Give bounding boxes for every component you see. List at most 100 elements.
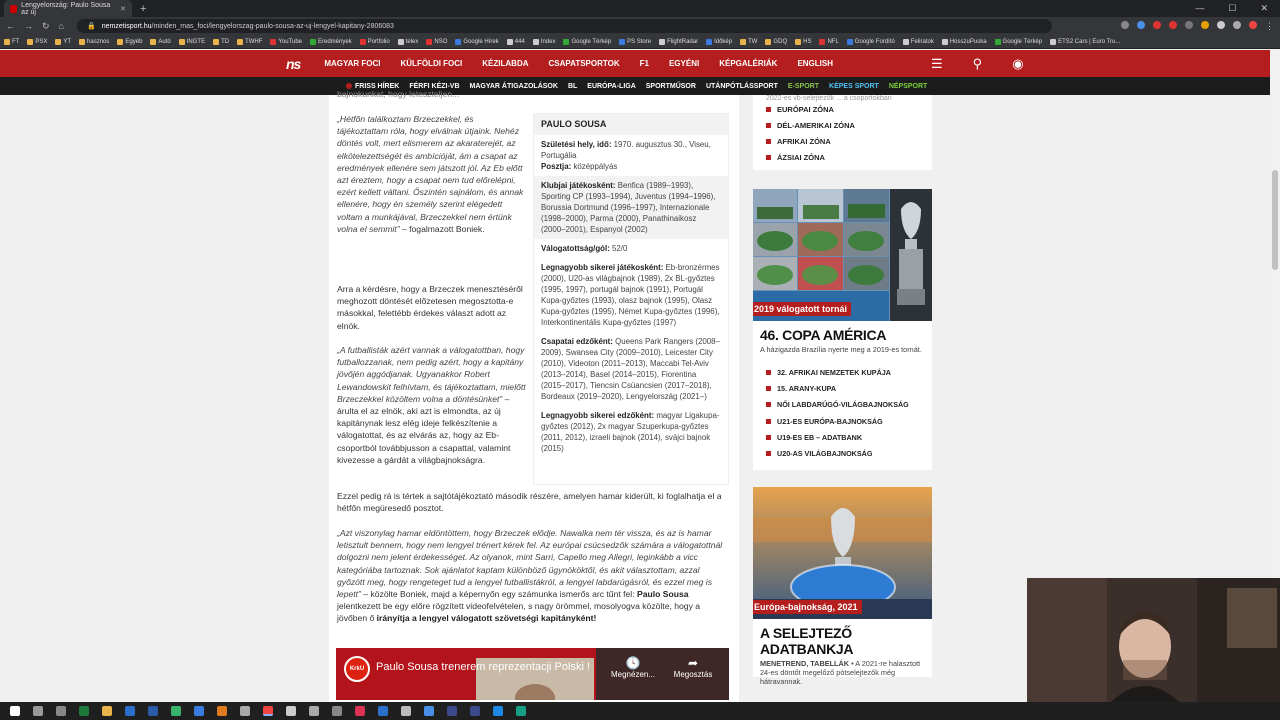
zone-link[interactable]: ÁZSIAI ZÓNA [766, 153, 825, 162]
euro-2020-image[interactable]: Európa-bajnokság, 2021 [753, 487, 932, 619]
bookmark[interactable]: Google Térkép [994, 38, 1042, 45]
tournament-link[interactable]: U19-ES EB – ADATBANK [766, 433, 862, 442]
site-logo[interactable]: ns [286, 56, 301, 72]
app-icon[interactable] [424, 706, 434, 716]
bookmark[interactable]: TWHF [237, 38, 262, 45]
bookmark[interactable]: Autó [150, 38, 171, 45]
bookmark[interactable]: Google Térkép [563, 38, 611, 45]
bookmark-star-icon[interactable] [1137, 20, 1145, 29]
task-view-icon[interactable] [56, 706, 66, 716]
nav-sub-item[interactable]: E-SPORT [788, 83, 819, 90]
share-button[interactable]: ➦ Megosztás [666, 656, 720, 679]
nav-item[interactable]: KÜLFÖLDI FOCI [401, 59, 463, 68]
nav-item[interactable]: ENGLISH [797, 59, 833, 68]
media-icon[interactable] [1233, 20, 1241, 29]
app-icon[interactable] [378, 706, 388, 716]
scrollbar-thumb[interactable] [1272, 170, 1278, 270]
app-icon[interactable] [309, 706, 319, 716]
profile-avatar[interactable] [1249, 20, 1257, 29]
embedded-video[interactable]: KrkU Paulo Sousa trenerem reprezentacji … [336, 648, 729, 700]
nav-item[interactable]: F1 [640, 59, 649, 68]
excel-icon[interactable] [79, 706, 89, 716]
tournament-link[interactable]: U20-AS VILÁGBAJNOKSÁG [766, 449, 872, 458]
bookmark[interactable]: ETS2 Cars | Euro Tru... [1050, 38, 1120, 45]
app-icon[interactable] [355, 706, 365, 716]
watch-later-button[interactable]: 🕓 Megnézen... [606, 656, 660, 679]
bookmark[interactable]: Portfolio [359, 38, 390, 45]
bookmark[interactable]: Időkép [706, 38, 732, 45]
new-tab-icon[interactable]: + [140, 3, 146, 15]
app-icon[interactable] [401, 706, 411, 716]
mail-icon[interactable] [125, 706, 135, 716]
bookmark[interactable]: YT [55, 38, 71, 45]
app-icon[interactable] [447, 706, 457, 716]
search-icon[interactable] [33, 706, 43, 716]
url-input[interactable]: 🔒 nemzetisport.hu/minden_mas_foci/lengye… [76, 19, 1052, 33]
app-icon[interactable] [286, 706, 296, 716]
nav-sub-item[interactable]: KÉPES SPORT [829, 83, 879, 90]
browser-tab[interactable]: Lengyelország: Paulo Sousa az új ✕ [4, 0, 132, 17]
card-title[interactable]: A SELEJTEZŐ ADATBANKJA [753, 619, 932, 657]
bookmark[interactable]: Index [532, 38, 555, 45]
bookmark[interactable]: PS Store [619, 38, 651, 45]
nav-item[interactable]: KÉPGALÉRIÁK [719, 59, 777, 68]
close-window-icon[interactable]: ✕ [1260, 3, 1268, 14]
bookmark[interactable]: 444 [506, 38, 525, 45]
file-explorer-icon[interactable] [102, 706, 112, 716]
extension-icon[interactable] [1153, 20, 1161, 29]
word-icon[interactable] [148, 706, 158, 716]
bookmark[interactable]: HS [795, 38, 811, 45]
bookmark[interactable]: INGTE [178, 38, 205, 45]
bookmark[interactable]: Google Fordító [846, 38, 895, 45]
bookmark[interactable]: telex [397, 38, 418, 45]
nav-sub-item[interactable]: NÉPSPORT [889, 83, 928, 90]
chrome-icon[interactable] [263, 706, 273, 716]
bookmark[interactable]: NSO [426, 38, 447, 45]
nav-item[interactable]: CSAPATSPORTOK [549, 59, 620, 68]
bookmark[interactable]: hasznos [79, 38, 109, 45]
bookmark[interactable]: HosszuPuska [941, 38, 987, 45]
extension-icon[interactable] [1169, 20, 1177, 29]
extension-icon[interactable] [1185, 20, 1193, 29]
bookmark[interactable]: TW [740, 38, 757, 45]
tournament-link[interactable]: U21-ES EURÓPA-BAJNOKSÁG [766, 417, 883, 426]
category-tag[interactable]: 2019 válogatott tornái [753, 302, 852, 316]
app-icon[interactable] [516, 706, 526, 716]
bookmark[interactable]: Google Hírek [455, 38, 499, 45]
search-icon[interactable]: ⚲ [973, 56, 983, 72]
user-icon[interactable]: ◉ [1012, 56, 1023, 72]
forward-icon[interactable]: → [24, 21, 33, 31]
reload-icon[interactable]: ↻ [42, 21, 50, 32]
zoom-icon[interactable] [1121, 20, 1129, 29]
bookmark[interactable]: NFL [819, 38, 839, 45]
bookmark[interactable]: YouTube [270, 38, 302, 45]
zone-link[interactable]: AFRIKAI ZÓNA [766, 137, 831, 146]
zone-link[interactable]: DÉL-AMERIKAI ZÓNA [766, 121, 855, 130]
nav-sub-item[interactable]: BL [568, 83, 577, 90]
category-tag[interactable]: Európa-bajnokság, 2021 [753, 600, 862, 614]
stadium-collage-image[interactable]: 2019 válogatott tornái [753, 189, 932, 321]
app-icon[interactable] [194, 706, 204, 716]
nav-item[interactable]: MAGYAR FOCI [324, 59, 380, 68]
vlc-icon[interactable] [217, 706, 227, 716]
app-icon[interactable] [470, 706, 480, 716]
hamburger-menu-icon[interactable]: ☰ [931, 56, 943, 72]
tournament-link[interactable]: 15. ARANY-KUPA [766, 384, 836, 393]
bookmark[interactable]: TD [213, 38, 229, 45]
channel-logo[interactable]: KrkU [344, 656, 370, 682]
tournament-link[interactable]: NŐI LABDARÚGÓ-VILÁGBAJNOKSÁG [766, 400, 909, 409]
bookmark[interactable]: FT [4, 38, 19, 45]
bookmark[interactable]: PSX [27, 38, 47, 45]
minimize-icon[interactable]: — [1195, 3, 1204, 14]
bookmark[interactable]: Egyéb [117, 38, 142, 45]
back-icon[interactable]: ← [6, 21, 15, 31]
maximize-icon[interactable]: ☐ [1228, 3, 1236, 14]
home-icon[interactable]: ⌂ [59, 21, 64, 31]
nav-item[interactable]: EGYÉNI [669, 59, 699, 68]
video-title[interactable]: Paulo Sousa trenerem reprezentacji Polsk… [376, 661, 590, 673]
puzzle-icon[interactable] [1217, 20, 1225, 29]
bookmark[interactable]: Eredmények [310, 38, 352, 45]
bookmark[interactable]: FlightRadar [659, 38, 698, 45]
extension-icon[interactable] [1201, 20, 1209, 29]
bookmark[interactable]: GDQ [765, 38, 787, 45]
